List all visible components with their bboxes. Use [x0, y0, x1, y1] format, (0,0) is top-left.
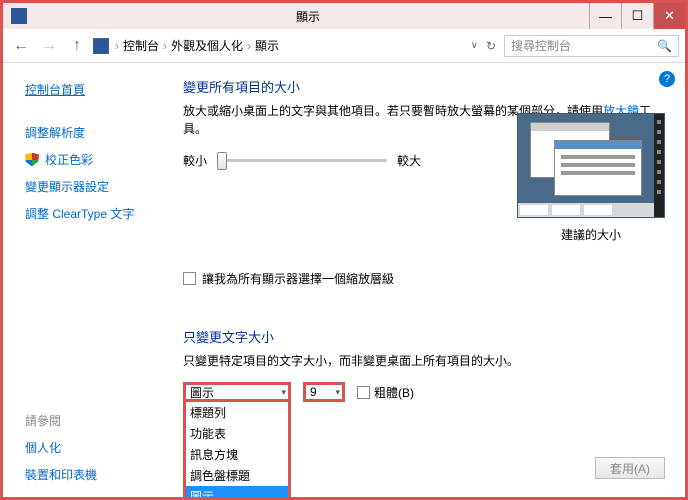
dd-item[interactable]: 功能表 — [186, 423, 288, 444]
help-icon[interactable]: ? — [659, 71, 675, 87]
breadcrumb-page[interactable]: 顯示 — [255, 37, 279, 54]
checkbox-all-label: 讓我為所有顯示器選擇一個縮放層級 — [202, 270, 394, 287]
back-button[interactable]: ← — [9, 34, 33, 58]
chevron-right-icon: › — [161, 39, 169, 53]
size-combo[interactable]: 9 ▾ — [303, 382, 345, 402]
dd-item-selected[interactable]: 圖示 — [186, 486, 288, 497]
sidebar-devices[interactable]: 裝置和印表機 — [25, 466, 97, 483]
minimize-button[interactable]: — — [589, 3, 621, 29]
close-button[interactable]: ✕ — [653, 3, 685, 29]
dd-item[interactable]: 標題列 — [186, 402, 288, 423]
dd-item[interactable]: 訊息方塊 — [186, 444, 288, 465]
controls-row: 圖示 ▾ 標題列 功能表 訊息方塊 調色盤標題 圖示 工具提示 9 ▾ — [183, 382, 667, 402]
search-icon: 🔍 — [657, 39, 672, 53]
maximize-button[interactable]: ☐ — [621, 3, 653, 29]
window-buttons: — ☐ ✕ — [589, 3, 685, 29]
toolbar: ← → ↑ › 控制台 › 外觀及個人化 › 顯示 ∨ ↻ 搜尋控制台 🔍 — [3, 29, 685, 63]
item-combo[interactable]: 圖示 ▾ — [183, 382, 291, 402]
app-icon — [11, 8, 27, 24]
window-title: 顯示 — [27, 8, 589, 25]
slider-thumb[interactable] — [217, 152, 227, 170]
breadcrumb[interactable]: › 控制台 › 外觀及個人化 › 顯示 — [113, 37, 467, 54]
chevron-down-icon: ▾ — [335, 387, 340, 398]
heading-text-only: 只變更文字大小 — [183, 327, 667, 346]
search-placeholder: 搜尋控制台 — [511, 37, 571, 54]
body: 控制台首頁 調整解析度 校正色彩 變更顯示器設定 調整 ClearType 文字… — [3, 63, 685, 497]
sidebar-item-resolution[interactable]: 調整解析度 — [25, 124, 161, 141]
search-input[interactable]: 搜尋控制台 🔍 — [504, 35, 679, 57]
section-text-only: 只變更文字大小 只變更特定項目的文字大小，而非變更桌面上所有項目的大小。 圖示 … — [183, 327, 667, 402]
scale-slider[interactable] — [217, 150, 387, 170]
sidebar-item-calibrate[interactable]: 校正色彩 — [25, 151, 161, 168]
chevron-down-icon: ▾ — [281, 387, 286, 398]
refresh-button[interactable]: ↻ — [482, 39, 500, 53]
size-value: 9 — [310, 385, 317, 399]
titlebar: 顯示 — ☐ ✕ — [3, 3, 685, 29]
sidebar-home[interactable]: 控制台首頁 — [25, 81, 161, 98]
content: ? 變更所有項目的大小 放大或縮小桌面上的文字與其他項目。若只要暫時放大螢幕的某… — [173, 63, 685, 497]
checkbox-row-all-displays[interactable]: 讓我為所有顯示器選擇一個縮放層級 — [183, 270, 667, 287]
forward-button[interactable]: → — [37, 34, 61, 58]
preview-image — [517, 113, 665, 218]
breadcrumb-root[interactable]: 控制台 — [123, 37, 159, 54]
see-also-label: 請參閱 — [25, 412, 97, 429]
dropdown-icon[interactable]: ∨ — [471, 40, 478, 51]
sidebar-personalization[interactable]: 個人化 — [25, 439, 97, 456]
sidebar-item-display-settings[interactable]: 變更顯示器設定 — [25, 178, 161, 195]
slider-track — [217, 159, 387, 162]
larger-label: 較大 — [397, 150, 421, 169]
description-2: 只變更特定項目的文字大小，而非變更桌面上所有項目的大小。 — [183, 352, 667, 370]
bold-checkbox[interactable] — [357, 386, 370, 399]
breadcrumb-category[interactable]: 外觀及個人化 — [171, 37, 243, 54]
combo-value: 圖示 — [190, 384, 214, 401]
checkbox-all-displays[interactable] — [183, 272, 196, 285]
preview-caption: 建議的大小 — [517, 226, 665, 243]
up-button[interactable]: ↑ — [65, 34, 89, 58]
preview-wrap: 建議的大小 — [517, 113, 665, 243]
dd-item[interactable]: 調色盤標題 — [186, 465, 288, 486]
address-icon — [93, 38, 109, 54]
chevron-right-icon: › — [245, 39, 253, 53]
shield-icon — [25, 153, 39, 167]
item-dropdown: 標題列 功能表 訊息方塊 調色盤標題 圖示 工具提示 — [183, 402, 291, 497]
heading-change-all: 變更所有項目的大小 — [183, 77, 667, 96]
sidebar-bottom: 請參閱 個人化 裝置和印表機 — [25, 412, 97, 483]
window: 顯示 — ☐ ✕ ← → ↑ › 控制台 › 外觀及個人化 › 顯示 ∨ ↻ 搜… — [0, 0, 688, 500]
apply-button[interactable]: 套用(A) — [595, 457, 665, 479]
chevron-right-icon: › — [113, 39, 121, 53]
sidebar: 控制台首頁 調整解析度 校正色彩 變更顯示器設定 調整 ClearType 文字… — [3, 63, 173, 497]
smaller-label: 較小 — [183, 150, 207, 169]
bold-label: 粗體(B) — [374, 384, 414, 401]
bold-checkbox-row[interactable]: 粗體(B) — [357, 384, 414, 401]
sidebar-item-cleartype[interactable]: 調整 ClearType 文字 — [25, 205, 161, 222]
